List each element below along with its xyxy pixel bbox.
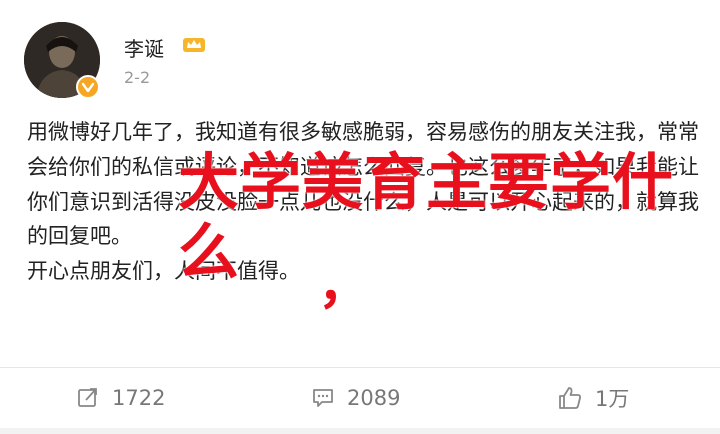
repost-icon bbox=[76, 386, 100, 410]
like-button[interactable]: 1万 bbox=[557, 378, 629, 418]
like-count: 1万 bbox=[595, 387, 630, 411]
author-name[interactable]: 李诞 bbox=[124, 33, 164, 62]
repost-count: 1722 bbox=[112, 386, 166, 410]
comment-icon bbox=[311, 386, 335, 410]
vip-badge-icon bbox=[76, 75, 100, 99]
divider bbox=[0, 367, 720, 368]
crown-badge-icon bbox=[182, 34, 206, 58]
post-time: 2-2 bbox=[124, 68, 151, 87]
comment-count: 2089 bbox=[347, 386, 401, 410]
overlay-mark: ， bbox=[318, 256, 371, 316]
thumbs-up-icon bbox=[557, 385, 583, 411]
repost-button[interactable]: 1722 bbox=[76, 378, 165, 418]
comment-button[interactable]: 2089 bbox=[311, 378, 400, 418]
bottom-bar bbox=[0, 428, 720, 434]
overlay-title: 大学美育主要学什么 bbox=[178, 147, 675, 288]
